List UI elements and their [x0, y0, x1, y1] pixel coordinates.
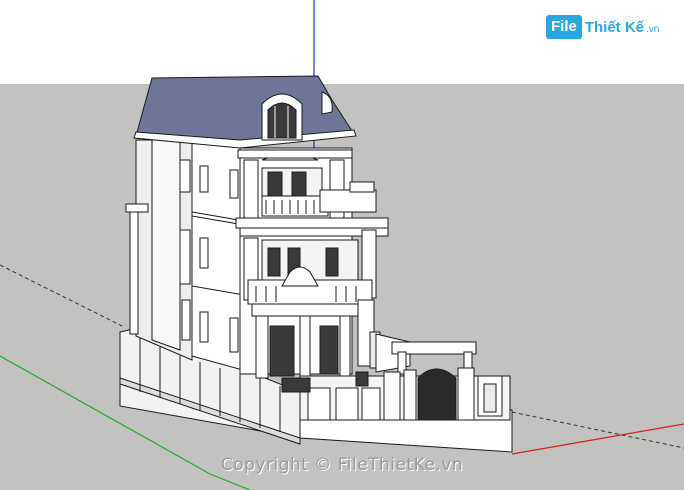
mansard-roof: [133, 75, 357, 149]
front-gate: [281, 367, 511, 421]
front-facade: [235, 147, 389, 379]
3d-model-scene[interactable]: [0, 0, 684, 490]
sketchup-viewport[interactable]: File Thiết Kế .vn Copyright © FileThietK…: [0, 0, 684, 490]
logo-text: Thiết Kế: [584, 18, 645, 36]
site-logo: File Thiết Kế .vn: [546, 12, 678, 42]
logo-box: File: [546, 15, 582, 39]
logo-domain: .vn: [646, 24, 660, 35]
copyright-watermark: Copyright © FileThietKe.vn: [220, 455, 464, 475]
side-wall: [125, 139, 193, 361]
